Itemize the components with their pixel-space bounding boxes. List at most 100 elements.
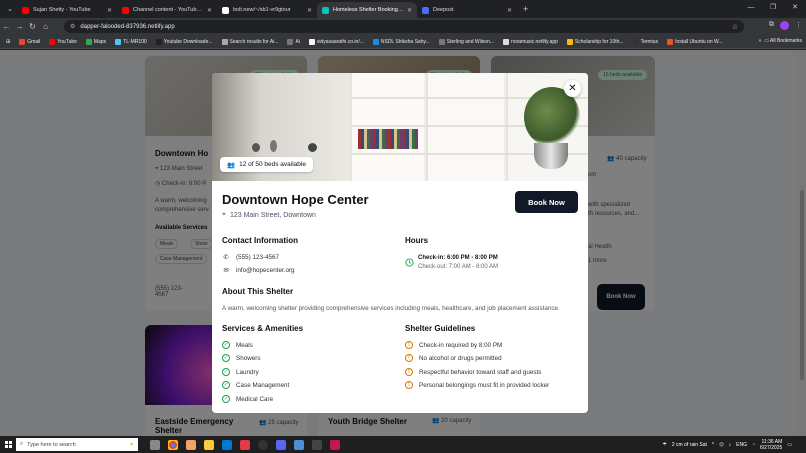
all-bookmarks-button[interactable]: » ▭ All Bookmarks xyxy=(759,38,802,44)
apps-icon[interactable]: ⊞ xyxy=(6,39,10,45)
new-tab-button[interactable]: + xyxy=(523,4,528,14)
volume-icon[interactable]: ♪ xyxy=(729,442,732,448)
tab-close-icon[interactable]: ✕ xyxy=(207,7,212,14)
bookmark-nsdl[interactable]: NSDL Shiksha Sahy... xyxy=(372,38,430,45)
tab-close-icon[interactable]: ✕ xyxy=(107,7,112,14)
bookmark-tl-mr100[interactable]: TL-MR100 xyxy=(115,38,147,45)
tab-close-icon[interactable]: ✕ xyxy=(507,7,512,14)
guideline-item: ! Personal belongings must fit in provide… xyxy=(405,381,549,389)
bookmark-youtube[interactable]: YouTube xyxy=(49,38,77,45)
forward-icon[interactable]: → xyxy=(13,22,26,31)
weather-text[interactable]: 2 cm of rain Sat xyxy=(672,442,707,448)
contact-phone[interactable]: ✆ (555) 123-4567 xyxy=(222,253,279,261)
browser-tab-4-active[interactable]: Homeless Shelter Booking Wi ✕ xyxy=(317,2,417,18)
tab-close-icon[interactable]: ✕ xyxy=(307,7,312,14)
close-window-icon[interactable]: ✕ xyxy=(784,0,806,16)
back-icon[interactable]: ← xyxy=(0,22,13,31)
tab-close-icon[interactable]: ✕ xyxy=(407,7,412,14)
bookmark-youtube-downloader[interactable]: Youtube Downloade... xyxy=(155,38,213,45)
amenities-heading: Services & Amenities xyxy=(222,324,304,333)
taskbar-search[interactable]: ⌕ Type here to search ✦ xyxy=(16,438,138,451)
wifi-icon[interactable]: ◔ xyxy=(752,442,755,448)
checkout-hours: Check-out: 7:00 AM - 8:00 AM xyxy=(418,264,499,270)
browser-tab-5[interactable]: Deepost ✕ xyxy=(417,2,517,18)
bookmark-ai[interactable]: Ai xyxy=(287,38,300,45)
alert-circle-icon: ! xyxy=(405,368,413,376)
app-icon[interactable] xyxy=(276,439,286,450)
taskbar-clock[interactable]: 11:36 AM 6/27/2025 xyxy=(760,439,782,451)
browser-tab-1[interactable]: Sujan Shetty - YouTube ✕ xyxy=(17,2,117,18)
search-highlight-icon: ✦ xyxy=(129,441,134,448)
taskbar-apps xyxy=(150,439,340,450)
check-circle-icon: ✓ xyxy=(222,341,230,349)
vscode-icon[interactable] xyxy=(222,439,232,450)
extensions-icon[interactable]: ⧉ xyxy=(769,21,774,30)
search-placeholder: Type here to search xyxy=(27,441,76,448)
reload-icon[interactable]: ↻ xyxy=(26,22,39,31)
app-icon[interactable] xyxy=(240,439,250,450)
maximize-icon[interactable]: ❐ xyxy=(762,0,784,16)
bookmark-scholarship[interactable]: Scholarship for 10th... xyxy=(566,38,624,45)
address-bar[interactable]: ⚙ dapper-falooded-837936.netlify.app ☆ xyxy=(64,20,744,33)
book-now-button[interactable]: Book Now xyxy=(515,191,578,213)
tab-label: Channel content - YouTube St xyxy=(133,7,204,13)
network-icon[interactable]: ⌬ xyxy=(719,442,723,448)
language-indicator[interactable]: ENG xyxy=(736,442,747,448)
browser-tab-3[interactable]: bolt.new/~/sb1-vr9gtour ✕ xyxy=(217,2,317,18)
bookmark-termius[interactable]: Termius xyxy=(632,38,658,45)
bookmark-label: vidyasaarathi.co.in/... xyxy=(316,38,364,45)
minimize-icon[interactable]: — xyxy=(740,0,762,16)
menu-icon[interactable]: ⋮ xyxy=(795,21,802,30)
bookmark-label: Sterling and Wilson... xyxy=(446,38,495,45)
settings-icon[interactable] xyxy=(294,439,304,450)
weather-icon[interactable]: ☂ xyxy=(662,442,666,448)
app-icon[interactable] xyxy=(330,439,340,450)
bookmark-label: YouTube xyxy=(57,38,77,45)
alert-circle-icon: ! xyxy=(405,381,413,389)
app-icon[interactable] xyxy=(258,439,268,450)
clock-time: 11:36 AM xyxy=(761,438,783,445)
bookmark-noramusic[interactable]: noramusic.netlify.app xyxy=(503,38,558,45)
tab-search-icon[interactable]: ⌄ xyxy=(3,3,17,15)
deepseek-icon xyxy=(422,6,429,14)
modal-address-text: 123 Main Street, Downtown xyxy=(229,211,316,219)
browser-tab-2[interactable]: Channel content - YouTube St ✕ xyxy=(117,2,217,18)
hero-books xyxy=(358,129,418,149)
bookmark-ubuntu[interactable]: Install Ubuntu on W... xyxy=(667,38,723,45)
browser-toolbar: ← → ↻ ⌂ ⚙ dapper-falooded-837936.netlify… xyxy=(0,18,806,35)
start-button[interactable] xyxy=(0,436,16,453)
bookmark-vidyasaarathi[interactable]: vidyasaarathi.co.in/... xyxy=(308,38,364,45)
mail-icon: ✉ xyxy=(223,266,229,274)
people-icon: 👥 xyxy=(227,161,236,169)
tray-chevron-icon[interactable]: ^ xyxy=(712,442,714,448)
bookmark-search-results[interactable]: Search results for Ai... xyxy=(221,38,278,45)
bookmark-gmail[interactable]: Gmail xyxy=(19,38,40,45)
site-info-icon[interactable]: ⚙ xyxy=(70,23,75,30)
file-explorer-icon[interactable] xyxy=(204,439,214,450)
home-icon[interactable]: ⌂ xyxy=(39,22,52,31)
checkin-hours: Check-in: 6:00 PM - 8:00 PM xyxy=(418,255,498,261)
guideline-item: ! No alcohol or drugs permitted xyxy=(405,354,502,362)
bookmark-maps[interactable]: Maps xyxy=(85,38,106,45)
site-icon xyxy=(308,38,315,45)
guideline-item: ! Respectful behavior toward staff and gu… xyxy=(405,368,541,376)
chrome-icon[interactable] xyxy=(168,439,178,450)
amenity-text: Medical Care xyxy=(236,395,274,403)
contact-email[interactable]: ✉ info@hopecenter.org xyxy=(222,266,294,274)
bookmark-star-icon[interactable]: ☆ xyxy=(732,23,738,31)
toolbar-actions: ⧉ ⋮ xyxy=(769,21,802,30)
close-modal-button[interactable]: ✕ xyxy=(564,80,581,97)
bookmark-sterling[interactable]: Sterling and Wilson... xyxy=(438,38,495,45)
app-icon[interactable] xyxy=(186,439,196,450)
hero-vase xyxy=(270,140,277,152)
hero-shelf xyxy=(426,73,504,181)
bookmark-label: Youtube Downloade... xyxy=(163,38,213,45)
notifications-icon[interactable]: ▭ xyxy=(787,442,792,448)
browser-tab-strip: ⌄ Sujan Shetty - YouTube ✕ Channel conte… xyxy=(0,0,806,18)
task-view-icon[interactable] xyxy=(150,439,160,450)
profile-avatar[interactable] xyxy=(780,21,789,30)
app-icon[interactable] xyxy=(312,439,322,450)
beds-available-pill: 👥 12 of 50 beds available xyxy=(220,157,313,172)
amenity-item: ✓ Showers xyxy=(222,354,261,362)
router-icon xyxy=(115,38,122,45)
